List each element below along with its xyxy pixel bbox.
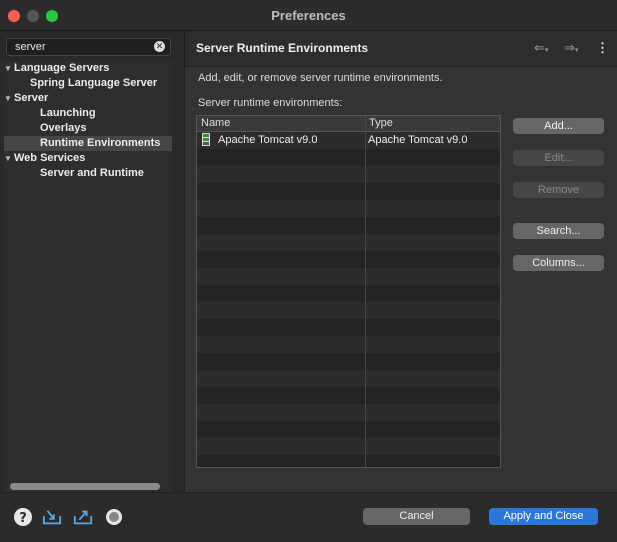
columns-button[interactable]: Columns... xyxy=(513,255,604,271)
runtime-name-cell: Apache Tomcat v9.0 xyxy=(218,134,318,146)
tree-horizontal-scrollbar[interactable] xyxy=(10,483,160,490)
tree-item-server-and-runtime[interactable]: Server and Runtime xyxy=(4,166,144,181)
tree-item-label: Server xyxy=(14,92,49,104)
tree-item-label: Overlays xyxy=(40,122,87,134)
tree-item-label: Server and Runtime xyxy=(40,167,144,179)
window-title: Preferences xyxy=(271,8,346,23)
table-row-empty xyxy=(197,183,500,200)
view-menu-icon[interactable]: ⋮ xyxy=(596,40,609,56)
expanded-chevron-icon[interactable]: ▼ xyxy=(4,91,14,106)
tree-item-label: Runtime Environments xyxy=(40,137,161,149)
table-row-empty xyxy=(197,421,500,438)
page-title: Server Runtime Environments xyxy=(196,41,369,55)
tree-item-label: Language Servers xyxy=(14,62,110,74)
title-bar: Preferences xyxy=(0,0,617,31)
column-separator[interactable] xyxy=(365,116,366,467)
filter-input[interactable]: server xyxy=(15,41,46,53)
tree-item-spring-language-server[interactable]: Spring Language Server xyxy=(4,76,157,91)
table-row-empty xyxy=(197,149,500,166)
tree-item-label: Launching xyxy=(40,107,96,119)
svg-text:?: ? xyxy=(19,511,27,526)
table-row-empty xyxy=(197,319,500,336)
tomcat-server-icon xyxy=(202,133,210,146)
tree-item-language-servers[interactable]: ▼ Language Servers xyxy=(4,61,109,76)
clear-filter-icon[interactable]: ✕ xyxy=(154,41,165,52)
tree-item-runtime-environments[interactable]: Runtime Environments xyxy=(4,136,172,151)
tree-item-overlays[interactable]: Overlays xyxy=(4,121,86,136)
table-row-empty xyxy=(197,217,500,234)
filter-field[interactable]: server ✕ xyxy=(6,38,171,56)
cancel-button[interactable]: Cancel xyxy=(363,508,470,525)
preferences-sidebar: server ✕ ▼ Language Servers Spring Langua… xyxy=(0,31,184,492)
search-button[interactable]: Search... xyxy=(513,223,604,239)
forward-arrow-icon[interactable]: ⇒▾ xyxy=(564,40,578,56)
export-icon[interactable] xyxy=(73,507,93,527)
table-row[interactable]: Apache Tomcat v9.0 Apache Tomcat v9.0 xyxy=(197,132,500,149)
table-row-empty xyxy=(197,353,500,370)
record-icon[interactable] xyxy=(104,507,124,527)
import-icon[interactable] xyxy=(42,507,62,527)
column-header-name[interactable]: Name xyxy=(201,117,230,129)
tree-item-server[interactable]: ▼ Server xyxy=(4,91,48,106)
table-row-empty xyxy=(197,251,500,268)
tree-item-launching[interactable]: Launching xyxy=(4,106,96,121)
table-row-empty xyxy=(197,285,500,302)
remove-button[interactable]: Remove xyxy=(513,182,604,198)
tree-item-label: Web Services xyxy=(14,152,86,164)
help-icon[interactable]: ? xyxy=(13,507,33,527)
dialog-footer: ? Cancel Apply and Close xyxy=(0,492,617,542)
table-label: Server runtime environments: xyxy=(198,97,343,109)
table-row-empty xyxy=(197,455,500,467)
table-header: Name Type xyxy=(197,116,500,132)
expanded-chevron-icon[interactable]: ▼ xyxy=(4,61,14,76)
page-header: Server Runtime Environments ⇐▾ ⇒▾ ⋮ xyxy=(185,31,617,67)
column-header-type[interactable]: Type xyxy=(369,117,393,129)
expanded-chevron-icon[interactable]: ▼ xyxy=(4,151,14,166)
runtime-type-cell: Apache Tomcat v9.0 xyxy=(368,134,468,146)
apply-and-close-button[interactable]: Apply and Close xyxy=(489,508,598,525)
add-button[interactable]: Add... xyxy=(513,118,604,134)
tree-item-label: Spring Language Server xyxy=(30,77,158,89)
preferences-window: Preferences server ✕ ▼ Language Servers S… xyxy=(0,0,617,542)
edit-button[interactable]: Edit... xyxy=(513,150,604,166)
back-arrow-icon[interactable]: ⇐▾ xyxy=(534,40,548,56)
preference-page: Server Runtime Environments ⇐▾ ⇒▾ ⋮ Add,… xyxy=(185,31,617,492)
table-row-empty xyxy=(197,387,500,404)
page-description: Add, edit, or remove server runtime envi… xyxy=(198,72,443,84)
runtime-environments-table[interactable]: Name Type Apache Tomcat v9.0 Apache Tomc… xyxy=(196,115,501,468)
tree-item-web-services[interactable]: ▼ Web Services xyxy=(4,151,85,166)
preferences-tree: ▼ Language Servers Spring Language Server… xyxy=(4,61,172,492)
